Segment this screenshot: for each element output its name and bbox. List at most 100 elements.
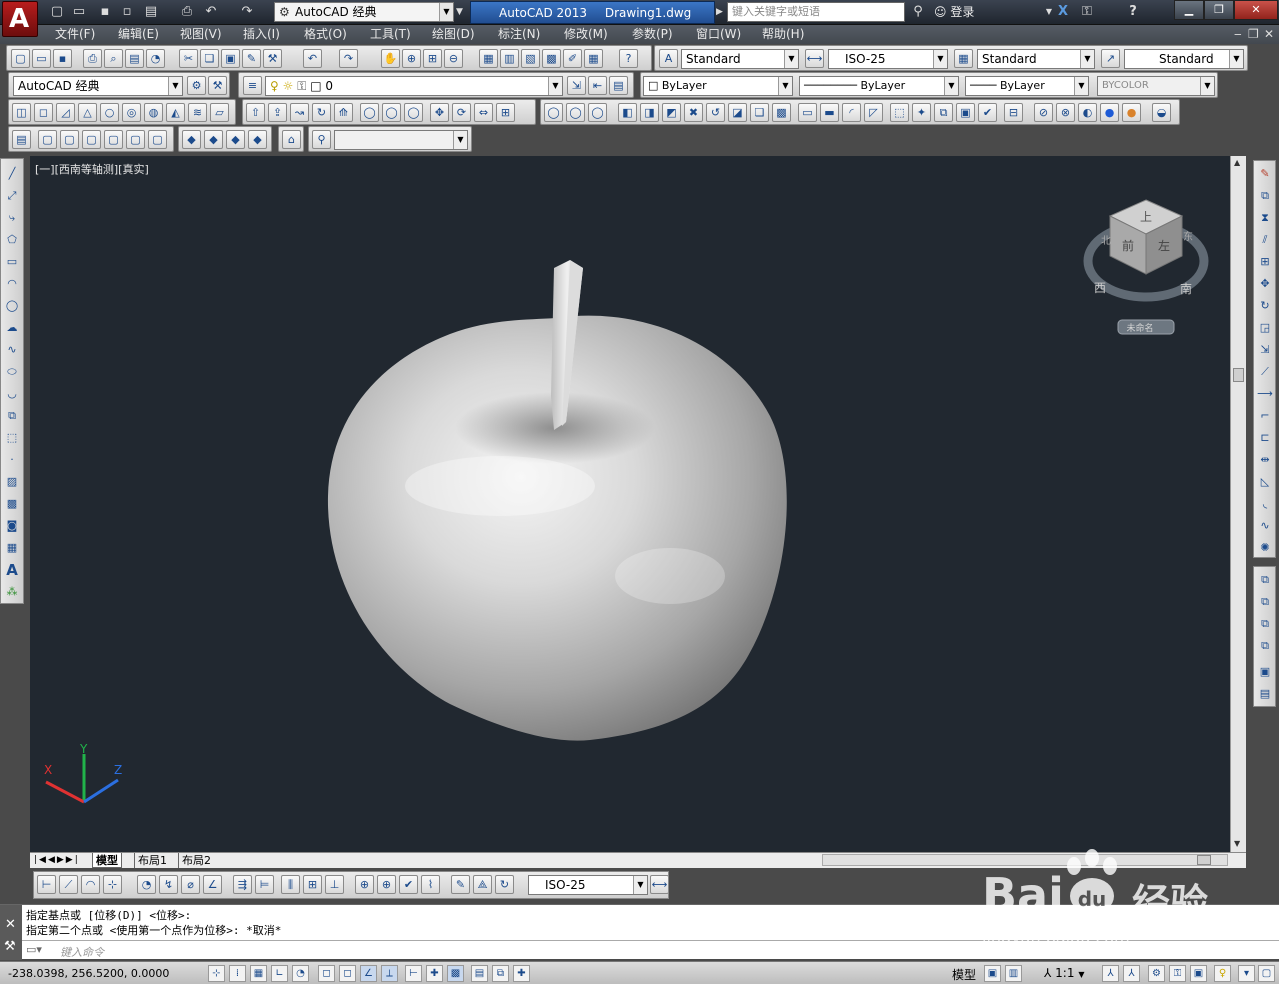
menu-file[interactable]: 文件(F) bbox=[55, 27, 95, 42]
jogged-linear-icon[interactable]: ⌇ bbox=[421, 875, 440, 894]
ellipse-icon[interactable]: ⬭ bbox=[3, 363, 21, 381]
extend-icon[interactable]: ⟶ bbox=[1256, 385, 1274, 403]
plot-icon[interactable]: ⎙ bbox=[83, 49, 102, 68]
move-icon[interactable]: ✥ bbox=[1256, 275, 1274, 293]
dim-text-edit-icon[interactable]: ⟁ bbox=[473, 875, 492, 894]
planar-surface-icon[interactable]: ▱ bbox=[210, 103, 229, 122]
visual-style-2d-icon[interactable]: ⊘ bbox=[1034, 103, 1053, 122]
qnew-icon[interactable]: ▢ bbox=[11, 49, 30, 68]
open-icon[interactable]: ▭ bbox=[70, 3, 88, 21]
tool-palettes-icon[interactable]: ▧ bbox=[521, 49, 540, 68]
color-faces-icon[interactable]: ▩ bbox=[772, 103, 791, 122]
3d-array-icon[interactable]: ⊞ bbox=[496, 103, 515, 122]
model-space-label[interactable]: 模型 bbox=[952, 966, 976, 983]
loft-icon[interactable]: ⟰ bbox=[334, 103, 353, 122]
vertical-scrollbar[interactable]: ▲ ▼ bbox=[1230, 156, 1246, 852]
markup-icon[interactable]: ✐ bbox=[563, 49, 582, 68]
workspace-select[interactable]: AutoCAD 经典 ▼ bbox=[13, 76, 183, 96]
subscription-icon[interactable]: ⚿ bbox=[1078, 3, 1096, 21]
3d-dwf-icon[interactable]: ◔ bbox=[146, 49, 165, 68]
torus-icon[interactable]: ◍ bbox=[144, 103, 163, 122]
application-menu-button[interactable]: A bbox=[2, 1, 38, 37]
arc-length-icon[interactable]: ◠ bbox=[81, 875, 100, 894]
quick-view-layouts-icon[interactable]: ▣ bbox=[984, 965, 1001, 982]
fillet-edges-icon[interactable]: ◜ bbox=[842, 103, 861, 122]
minimize-icon[interactable]: ▁ bbox=[1174, 0, 1204, 20]
dim-space-icon[interactable]: ⊞ bbox=[303, 875, 322, 894]
revolve-icon[interactable]: ↻ bbox=[312, 103, 331, 122]
insert-block-icon[interactable]: ⧉ bbox=[3, 407, 21, 425]
open-icon[interactable]: ▭ bbox=[32, 49, 51, 68]
chamfer-icon[interactable]: ◺ bbox=[1256, 473, 1274, 491]
ortho-mode-icon[interactable]: ∟ bbox=[271, 965, 288, 982]
plot-icon[interactable]: ⎙ bbox=[178, 3, 196, 21]
bring-above-icon[interactable]: ⧉ bbox=[1256, 615, 1274, 633]
send-to-back-icon[interactable]: ⧉ bbox=[1256, 593, 1274, 611]
match-properties-icon[interactable]: ✎ bbox=[242, 49, 261, 68]
auto-scale-icon[interactable]: ⅄ bbox=[1123, 965, 1140, 982]
paste-icon[interactable]: ▣ bbox=[221, 49, 240, 68]
imprint-icon[interactable]: ⬚ bbox=[890, 103, 909, 122]
visual-style-manager-icon[interactable]: ◒ bbox=[1152, 103, 1171, 122]
scroll-up-icon[interactable]: ▲ bbox=[1234, 158, 1240, 167]
3d-object-snap-icon[interactable]: ◻ bbox=[339, 965, 356, 982]
front-view-icon[interactable]: ▢ bbox=[126, 130, 145, 149]
text-to-front-icon[interactable]: ▣ bbox=[1256, 663, 1274, 681]
save-icon[interactable]: ▪ bbox=[96, 3, 114, 21]
vertical-scroll-thumb[interactable] bbox=[1233, 368, 1244, 382]
stretch-icon[interactable]: ⇲ bbox=[1256, 341, 1274, 359]
zoom-previous-icon[interactable]: ⊖ bbox=[444, 49, 463, 68]
visual-style-wire-icon[interactable]: ⊗ bbox=[1056, 103, 1075, 122]
sw-iso-view-icon[interactable]: ◆ bbox=[182, 130, 201, 149]
customize-wrench-icon[interactable]: ⚒ bbox=[4, 939, 16, 954]
login-button[interactable]: ☺ 登录 bbox=[934, 3, 974, 21]
transparency-icon[interactable]: ▩ bbox=[447, 965, 464, 982]
subtract-icon[interactable]: ◯ bbox=[382, 103, 401, 122]
quickcalc-icon[interactable]: ▦ bbox=[584, 49, 603, 68]
extrude-faces-icon[interactable]: ◧ bbox=[618, 103, 637, 122]
visual-style-realistic-icon[interactable]: ● bbox=[1100, 103, 1119, 122]
workspace-switcher[interactable]: ⚙ AutoCAD 经典 ▼ bbox=[274, 2, 454, 22]
menu-format[interactable]: 格式(O) bbox=[304, 27, 347, 42]
sphere-icon[interactable]: ○ bbox=[100, 103, 119, 122]
angular-dim-icon[interactable]: ∠ bbox=[203, 875, 222, 894]
doc-minimize-icon[interactable]: ‒ bbox=[1234, 27, 1242, 42]
erase-icon[interactable]: ✎ bbox=[1256, 165, 1274, 183]
exchange-icon[interactable]: X bbox=[1054, 3, 1072, 21]
annotation-monitor-icon[interactable]: ✚ bbox=[513, 965, 530, 982]
doc-close-icon[interactable]: ✕ bbox=[1264, 27, 1274, 42]
dim-style-select-bottom[interactable]: ISO-25 ▼ bbox=[528, 875, 648, 895]
ucs-select[interactable]: ▼ bbox=[334, 130, 468, 150]
lineweight-select[interactable]: ──── ByLayer ▼ bbox=[965, 76, 1089, 96]
menu-window[interactable]: 窗口(W) bbox=[696, 27, 741, 42]
workspace-switching-icon[interactable]: ⚙ bbox=[1148, 965, 1165, 982]
3d-move-icon[interactable]: ✥ bbox=[430, 103, 449, 122]
help-icon[interactable]: ? bbox=[1124, 3, 1142, 21]
cursor-coordinates[interactable]: -238.0398, 256.5200, 0.0000 bbox=[8, 967, 169, 980]
sheet-set-icon[interactable]: ▩ bbox=[542, 49, 561, 68]
hatch-to-back-icon[interactable]: ▤ bbox=[1256, 685, 1274, 703]
tolerance-icon[interactable]: ⊕ bbox=[355, 875, 374, 894]
line-icon[interactable]: ╱ bbox=[3, 165, 21, 183]
layer-state-icon[interactable]: ▤ bbox=[609, 76, 628, 95]
selection-cycling-icon[interactable]: ⧉ bbox=[492, 965, 509, 982]
fillet-icon[interactable]: ◟ bbox=[1256, 495, 1274, 513]
menu-view[interactable]: 视图(V) bbox=[180, 27, 222, 42]
dim-style-manager-icon[interactable]: ⟷ bbox=[650, 875, 669, 894]
customize-icon[interactable]: ⚒ bbox=[208, 76, 227, 95]
menu-tools[interactable]: 工具(T) bbox=[370, 27, 411, 42]
annotation-visibility-icon[interactable]: ⅄ bbox=[1102, 965, 1119, 982]
construction-line-icon[interactable]: ⤢ bbox=[3, 187, 21, 205]
dim-edit-icon[interactable]: ✎ bbox=[451, 875, 470, 894]
tab-model[interactable]: 模型 bbox=[92, 853, 122, 868]
undo-icon[interactable]: ↶ bbox=[202, 3, 220, 21]
plot-style-select[interactable]: BYCOLOR ▼ bbox=[1097, 76, 1215, 96]
publish-icon[interactable]: ▤ bbox=[125, 49, 144, 68]
move-faces-icon[interactable]: ◨ bbox=[640, 103, 659, 122]
qat-dropdown-icon[interactable]: ▼ bbox=[456, 3, 468, 21]
trim-icon[interactable]: ⟋ bbox=[1256, 363, 1274, 381]
intersect-icon[interactable]: ◯ bbox=[588, 103, 607, 122]
offset-faces-icon[interactable]: ◩ bbox=[662, 103, 681, 122]
copy-faces-icon[interactable]: ❏ bbox=[750, 103, 769, 122]
region-icon[interactable]: ◙ bbox=[3, 517, 21, 535]
